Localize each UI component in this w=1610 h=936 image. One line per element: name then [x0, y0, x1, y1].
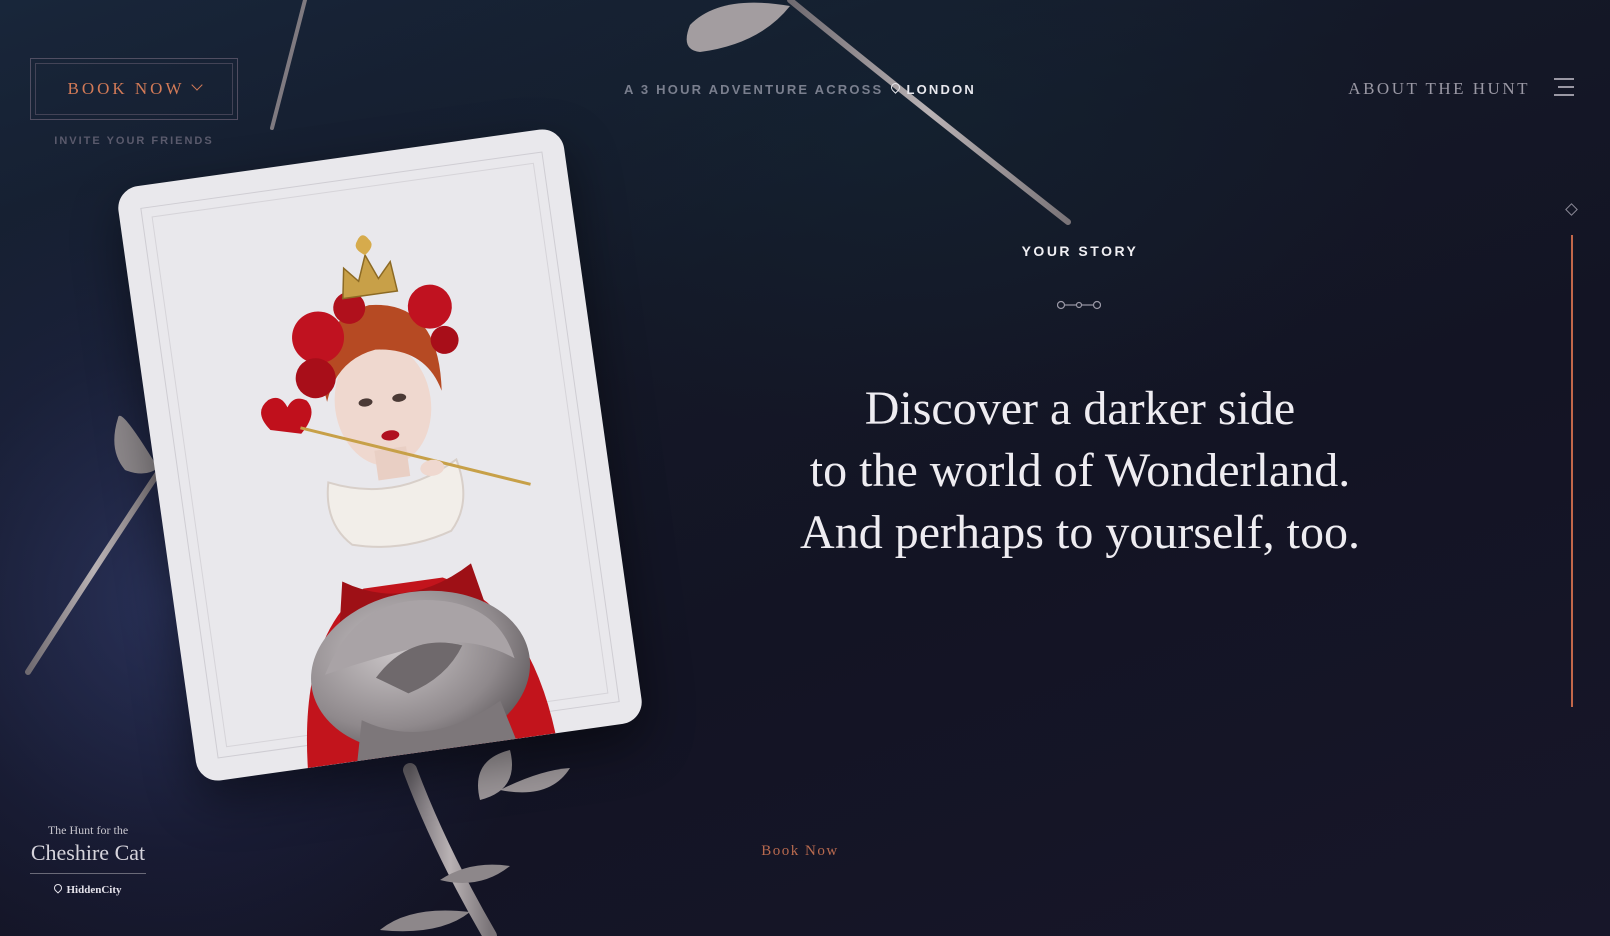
tagline-prefix: A 3 HOUR ADVENTURE ACROSS	[624, 82, 884, 97]
scroll-progress-bar	[1571, 235, 1573, 707]
chevron-down-icon	[190, 79, 203, 91]
hamburger-icon[interactable]	[1552, 78, 1574, 96]
logo-title: Cheshire Cat	[30, 840, 146, 865]
book-now-label: BOOK NOW	[67, 79, 185, 98]
logo-divider	[30, 873, 146, 874]
leaf-bottom-1	[478, 750, 512, 800]
logo-subtitle: The Hunt for the	[47, 823, 129, 837]
tagline: A 3 HOUR ADVENTURE ACROSS LONDON	[580, 81, 1020, 97]
invite-friends-link[interactable]: INVITE YOUR FRIENDS	[30, 135, 238, 147]
headline-line-3: And perhaps to yourself, too.	[800, 506, 1360, 559]
map-pin-icon	[52, 882, 65, 894]
tagline-city: LONDON	[906, 82, 976, 97]
stem-top-left	[270, 0, 307, 130]
headline: Discover a darker side to the world of W…	[760, 378, 1400, 564]
ornament-icon	[1057, 300, 1101, 310]
grey-rose-illustration	[311, 590, 531, 762]
leaf-top	[686, 2, 790, 53]
leaf-bottom-4	[380, 910, 470, 932]
brand-logo[interactable]: HiddenCity	[30, 882, 146, 896]
stem-top-center	[787, 0, 1071, 225]
book-now-link[interactable]: Book Now	[700, 843, 900, 860]
book-now-button[interactable]: BOOK NOW	[30, 58, 238, 120]
about-the-hunt-link[interactable]: ABOUT THE HUNT	[1300, 79, 1530, 99]
map-pin-icon	[889, 81, 903, 94]
headline-line-1: Discover a darker side	[864, 382, 1296, 435]
section-label: YOUR STORY	[1021, 243, 1139, 259]
headline-line-2: to the world of Wonderland.	[809, 444, 1351, 497]
stem-left	[25, 467, 163, 675]
brand-name: HiddenCity	[66, 884, 122, 896]
queen-card	[115, 126, 645, 784]
